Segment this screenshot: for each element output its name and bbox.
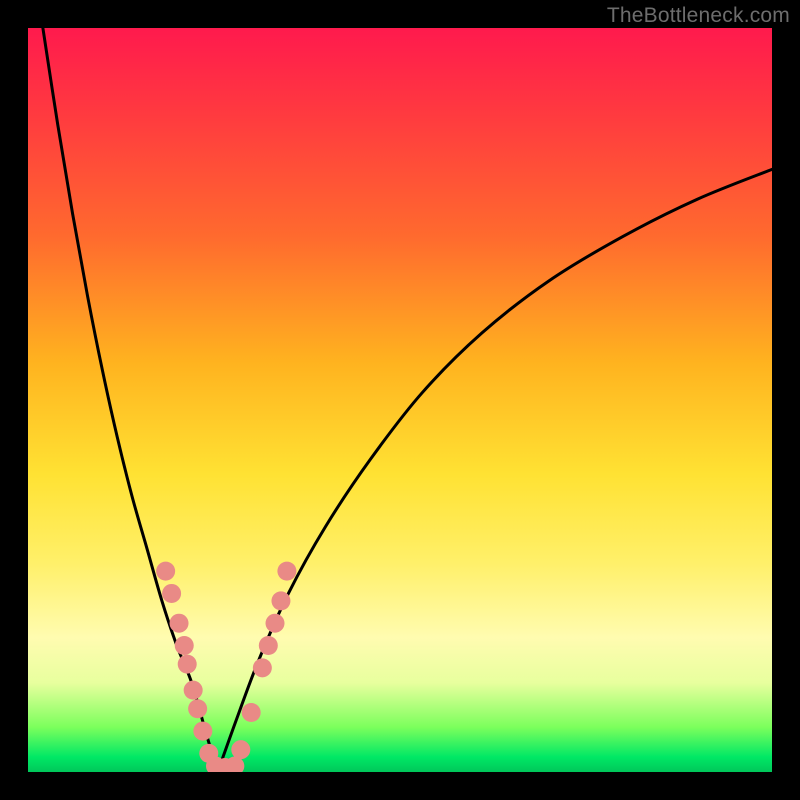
data-marker	[178, 655, 197, 674]
bottleneck-curve	[28, 28, 772, 772]
data-marker	[253, 658, 272, 677]
data-marker	[271, 591, 290, 610]
data-marker	[266, 614, 285, 633]
data-marker	[162, 584, 181, 603]
data-marker	[156, 562, 175, 581]
curve-right-branch	[218, 169, 772, 772]
watermark-text: TheBottleneck.com	[607, 4, 790, 28]
data-marker	[231, 740, 250, 759]
data-marker	[277, 562, 296, 581]
data-marker	[193, 722, 212, 741]
data-marker	[259, 636, 278, 655]
data-marker	[175, 636, 194, 655]
chart-frame: TheBottleneck.com	[0, 0, 800, 800]
data-marker	[184, 681, 203, 700]
data-marker	[170, 614, 189, 633]
data-marker	[188, 699, 207, 718]
plot-area	[28, 28, 772, 772]
data-marker	[242, 703, 261, 722]
